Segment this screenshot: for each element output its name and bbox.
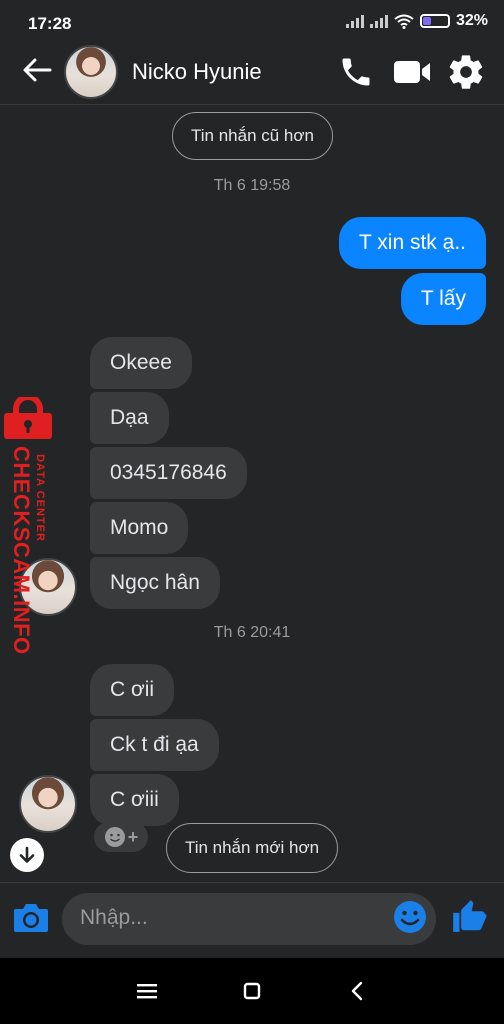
status-bar: 17:28 32% [0,0,504,46]
nav-back-icon[interactable] [350,981,364,1001]
watermark-subtext: DATA CENTER [34,454,46,542]
signal-icon [369,14,388,28]
timestamp: Th 6 20:41 [213,624,291,641]
back-arrow-icon[interactable] [20,53,54,87]
smiley-icon [104,827,125,847]
incoming-message[interactable]: Dạa [90,392,169,444]
menu-icon[interactable] [137,983,157,999]
incoming-message[interactable]: Okeee [90,337,192,389]
gear-icon[interactable] [446,52,486,92]
wifi-icon [394,14,414,29]
arrow-down-icon [19,846,35,863]
newer-messages-button[interactable]: Tin nhắn mới hơn [166,823,338,873]
incoming-message[interactable]: Momo [90,502,189,554]
outgoing-message[interactable]: T lấy [400,273,486,325]
camera-icon[interactable] [12,900,50,934]
add-reaction-button[interactable]: + [94,822,148,852]
battery-icon [419,14,450,28]
outgoing-message[interactable]: T xin stk ạ.. [339,217,486,269]
incoming-message[interactable]: Ngọc hân [90,557,220,609]
thumbs-up-icon[interactable] [450,896,488,936]
contact-name[interactable]: Nicko Hyunie [132,59,262,85]
phone-icon[interactable] [338,54,374,90]
scroll-to-bottom-button[interactable] [10,838,44,872]
avatar[interactable] [19,775,77,833]
older-messages-button[interactable]: Tin nhắn cũ hơn [172,112,333,160]
battery-percent: 32% [455,12,488,29]
timestamp: Th 6 19:58 [213,177,291,194]
emoji-icon[interactable] [392,899,428,935]
avatar[interactable] [64,45,118,99]
status-indicators: 32% [345,12,488,30]
incoming-message[interactable]: C ơiii [90,774,179,826]
lock-icon [4,397,52,439]
plus-icon: + [127,826,139,847]
incoming-message[interactable]: 0345176846 [90,447,247,499]
home-icon[interactable] [243,982,261,1000]
message-input-placeholder[interactable]: Nhập... [80,906,148,930]
video-icon[interactable] [392,55,432,89]
watermark-text: CHECKSCAM.INFO [9,446,34,655]
signal-icon [345,14,364,28]
incoming-message[interactable]: Ck t đi ạa [90,719,219,771]
incoming-message[interactable]: C ơii [90,664,175,716]
status-time: 17:28 [28,14,72,33]
